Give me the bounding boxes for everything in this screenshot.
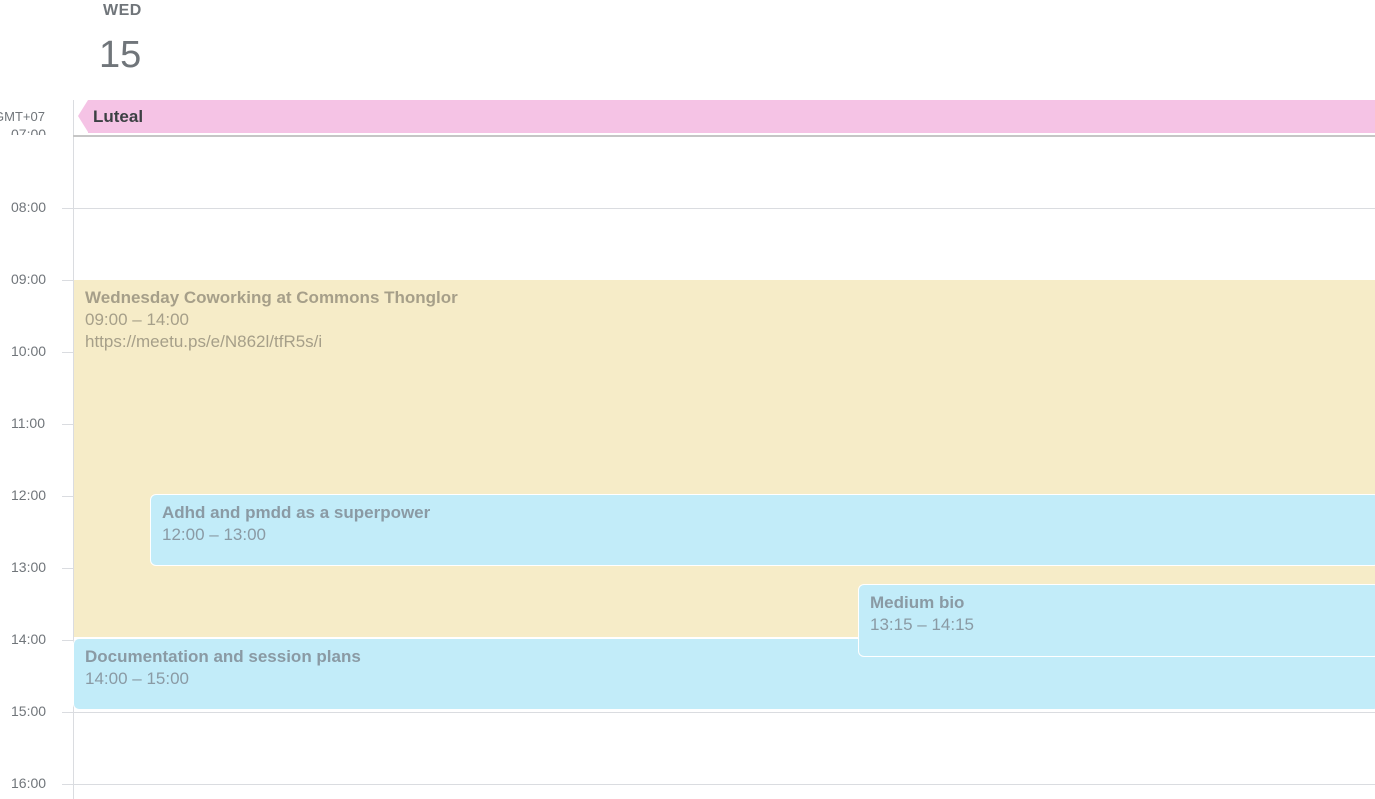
timezone-label: GMT+07 bbox=[0, 109, 45, 124]
hour-line-08 bbox=[62, 208, 1375, 209]
hour-label-11: 11:00 bbox=[11, 415, 45, 431]
hour-label-15: 15:00 bbox=[11, 703, 47, 719]
all-day-event-title: Luteal bbox=[88, 100, 1375, 133]
hour-label-08: 08:00 bbox=[11, 199, 47, 215]
header-separator bbox=[73, 135, 1375, 137]
event-adhd-pmdd[interactable]: Adhd and pmdd as a superpower 12:00 – 13… bbox=[150, 494, 1375, 566]
all-day-event[interactable]: Luteal bbox=[78, 100, 1375, 133]
all-day-continuation-arrow bbox=[78, 100, 88, 132]
hour-line-15 bbox=[62, 712, 1375, 713]
hour-line-16 bbox=[62, 784, 1375, 785]
event-link[interactable]: https://meetu.ps/e/N862l/tfR5s/i bbox=[85, 331, 1364, 353]
event-time: 14:00 – 15:00 bbox=[85, 669, 189, 688]
event-time: 13:15 – 14:15 bbox=[870, 615, 974, 634]
event-time: 12:00 – 13:00 bbox=[162, 525, 266, 544]
hour-label-14: 14:00 bbox=[11, 631, 47, 647]
hour-label-09: 09:00 bbox=[11, 271, 47, 287]
hour-label-12: 12:00 bbox=[11, 487, 47, 503]
hour-label-13: 13:00 bbox=[11, 559, 47, 575]
event-time: 09:00 – 14:00 bbox=[85, 310, 189, 329]
event-medium-bio[interactable]: Medium bio 13:15 – 14:15 bbox=[858, 584, 1375, 657]
hour-label-16: 16:00 bbox=[11, 775, 47, 791]
event-title: Adhd and pmdd as a superpower bbox=[162, 503, 431, 522]
event-title: Wednesday Coworking at Commons Thonglor bbox=[85, 288, 458, 307]
hour-label-10: 10:00 bbox=[11, 343, 47, 359]
hour-label-07: 07:00 bbox=[11, 126, 47, 135]
event-title: Medium bio bbox=[870, 593, 965, 612]
